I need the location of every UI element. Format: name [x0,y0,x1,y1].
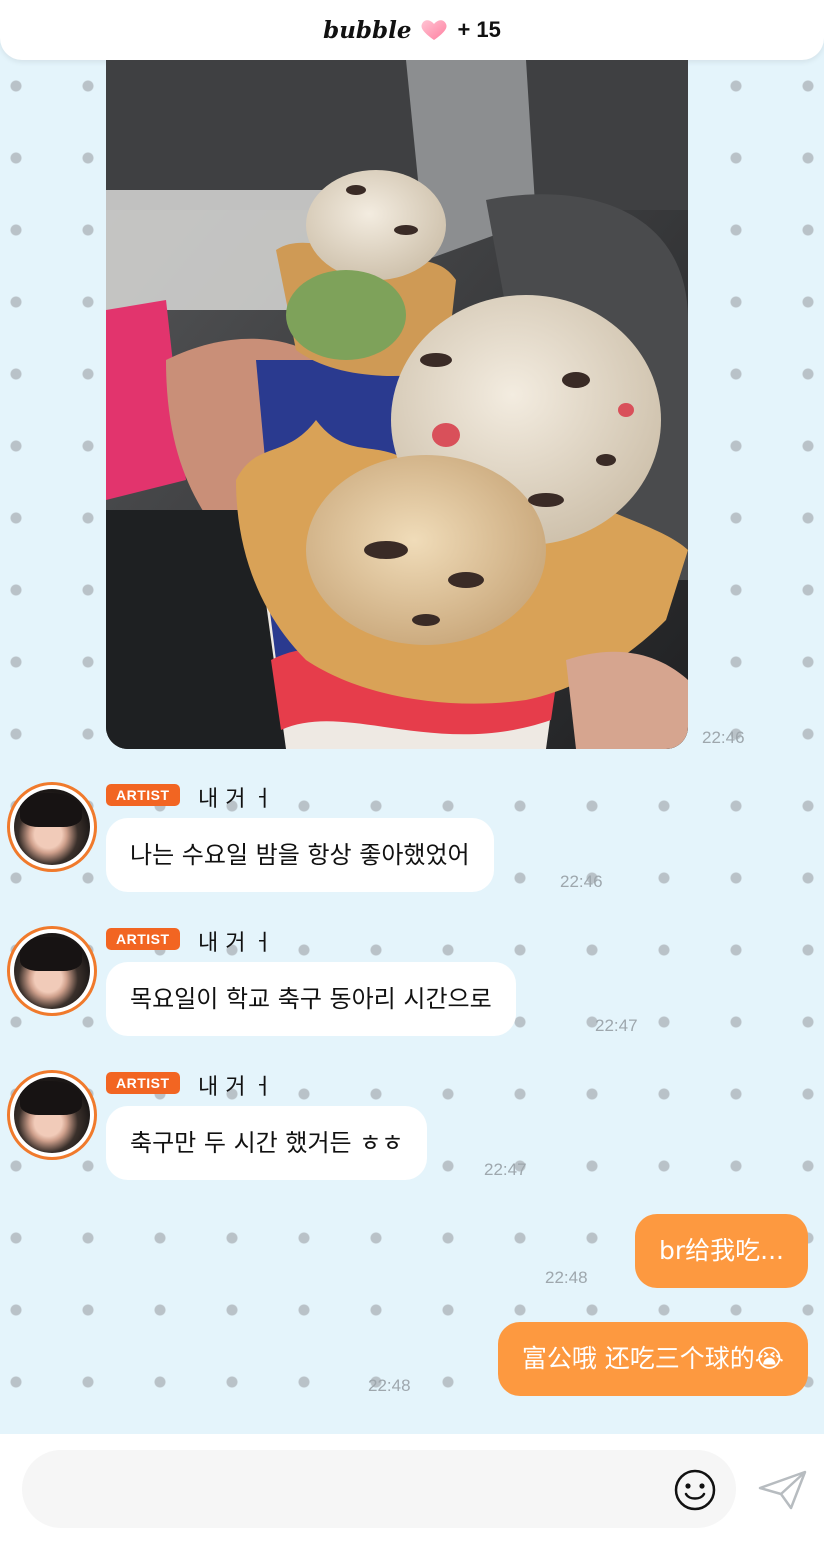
app-logo: bubble [323,16,412,44]
artist-avatar[interactable] [7,782,97,872]
message-bubble[interactable]: 목요일이 학교 축구 동아리 시간으로 [106,962,516,1036]
send-icon[interactable] [757,1468,809,1512]
member-count: + 15 [457,17,501,42]
message-bubble[interactable]: 나는 수요일 밤을 항상 좋아했었어 [106,818,494,892]
photo-timestamp: 22:46 [702,728,745,747]
sender-name: 내 거 ㅓ [198,1075,273,1100]
message-composer [0,1434,824,1557]
artist-badge: ARTIST [106,784,180,806]
message-timestamp: 22:48 [545,1268,588,1287]
message-timestamp: 22:47 [484,1160,527,1179]
heart-icon [421,20,447,40]
sender-name: 내 거 ㅓ [198,931,273,956]
artist-badge: ARTIST [106,1072,180,1094]
artist-avatar[interactable] [7,926,97,1016]
message-timestamp: 22:46 [560,872,603,891]
message-input[interactable] [22,1450,736,1528]
artist-avatar[interactable] [7,1070,97,1160]
message-bubble[interactable]: 축구만 두 시간 했거든 ㅎㅎ [106,1106,428,1180]
ice-cream-photo[interactable] [106,60,688,749]
my-message-bubble[interactable]: 富公哦 还吃三个球的😭 [497,1322,808,1396]
chat-header: bubble + 15 [0,0,824,60]
sender-name: 내 거 ㅓ [198,787,273,812]
message-timestamp: 22:47 [595,1016,638,1035]
emoji-icon[interactable] [673,1468,717,1512]
my-message-bubble[interactable]: br给我吃... [635,1214,808,1288]
message-timestamp: 22:48 [368,1376,411,1395]
artist-badge: ARTIST [106,928,180,950]
